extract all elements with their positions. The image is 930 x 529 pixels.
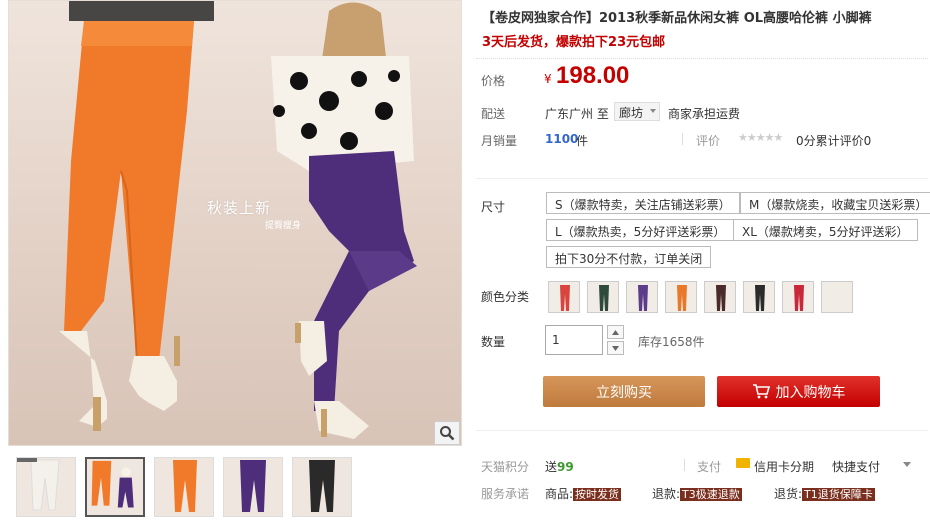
- sales-label: 月销量: [481, 134, 518, 148]
- color-swatch[interactable]: [626, 281, 658, 313]
- divider: [682, 133, 683, 145]
- thumbnail-strip: [16, 457, 352, 517]
- color-swatch[interactable]: [704, 281, 736, 313]
- quantity-label: 数量: [481, 335, 506, 349]
- quantity-increase-button[interactable]: [607, 325, 624, 339]
- service-label: 服务承诺: [481, 487, 530, 501]
- zoom-button[interactable]: [434, 421, 460, 445]
- stock-count: 库存1658件: [638, 335, 705, 349]
- add-to-cart-label: 加入购物车: [775, 384, 846, 401]
- divider: [476, 58, 928, 59]
- divider: [476, 430, 928, 431]
- rating-stars: ★★★★★: [738, 131, 783, 144]
- quantity-input[interactable]: 1: [545, 325, 603, 355]
- thumbnail-black[interactable]: [292, 457, 352, 517]
- service-return[interactable]: 退货: T1退货保障卡: [774, 485, 875, 502]
- service-badge: T3极速退款: [680, 488, 742, 501]
- price-value: 198.00: [556, 62, 630, 89]
- color-label: 颜色分类: [481, 290, 530, 304]
- quantity-decrease-button[interactable]: [607, 341, 624, 355]
- size-option-l[interactable]: L（爆款热卖，5分好评送彩票）: [546, 219, 735, 241]
- divider: [684, 459, 685, 471]
- credit-card-icon: [736, 458, 750, 468]
- divider: [476, 178, 928, 179]
- price-label: 价格: [481, 74, 506, 88]
- color-swatch[interactable]: [821, 281, 853, 313]
- color-swatch[interactable]: [548, 281, 580, 313]
- chevron-up-icon: [612, 329, 619, 335]
- review-label: 评价: [696, 134, 721, 148]
- shipping-note: 商家承担运费: [668, 107, 741, 121]
- color-swatch[interactable]: [743, 281, 775, 313]
- service-goods[interactable]: 商品: 按时发货: [545, 485, 622, 502]
- sales-count: 1100: [545, 132, 579, 146]
- main-product-image[interactable]: 秋装上新 提臀瘦身: [8, 0, 462, 446]
- payment-quick[interactable]: 快捷支付: [832, 458, 880, 475]
- chevron-down-icon: [650, 109, 656, 113]
- thumbnail-orange[interactable]: [154, 457, 214, 517]
- buy-now-button[interactable]: 立刻购买: [543, 376, 705, 407]
- service-badge: 按时发货: [573, 488, 622, 501]
- shipping-origin: 广东广州 至: [545, 107, 609, 121]
- overlay-title: 秋装上新: [207, 199, 272, 217]
- product-title: 【卷皮网独家合作】2013秋季新品休闲女裤 OL高腰哈伦裤 小脚裤: [482, 11, 872, 26]
- thumbnail-orange-selected[interactable]: [85, 457, 145, 517]
- size-option-m[interactable]: M（爆款烧卖，收藏宝贝送彩票）: [740, 192, 930, 214]
- color-swatch[interactable]: [587, 281, 619, 313]
- cart-icon: [752, 384, 770, 399]
- payment-label: 支付: [697, 460, 722, 474]
- destination-select[interactable]: 廊坊: [614, 102, 660, 121]
- payment-credit-installment[interactable]: 信用卡分期: [754, 458, 814, 475]
- size-label: 尺寸: [481, 200, 506, 214]
- thumbnail-purple[interactable]: [223, 457, 283, 517]
- chevron-down-icon[interactable]: [903, 462, 911, 467]
- points-value: 送99: [545, 460, 574, 474]
- sales-unit: 件: [576, 134, 589, 148]
- color-swatch[interactable]: [665, 281, 697, 313]
- magnifier-icon: [440, 426, 455, 441]
- product-photo: [59, 1, 417, 439]
- price-currency: ¥: [544, 72, 552, 86]
- add-to-cart-button[interactable]: 加入购物车: [717, 376, 880, 407]
- color-swatch[interactable]: [782, 281, 814, 313]
- promo-text: 3天后发货，爆款拍下23元包邮: [482, 35, 666, 50]
- shipping-label: 配送: [481, 107, 506, 121]
- destination-value: 廊坊: [619, 106, 644, 120]
- points-label: 天猫积分: [481, 460, 530, 474]
- thumbnail-white[interactable]: [16, 457, 76, 517]
- service-badge: T1退货保障卡: [802, 488, 875, 501]
- service-refund[interactable]: 退款: T3极速退款: [652, 485, 742, 502]
- overlay-subtitle: 提臀瘦身: [265, 221, 302, 231]
- size-option-s[interactable]: S（爆款特卖，关注店铺送彩票）: [546, 192, 740, 214]
- buy-now-label: 立刻购买: [596, 384, 652, 401]
- size-option-xl[interactable]: XL（爆款烤卖，5分好评送彩）: [733, 219, 918, 241]
- rating-summary[interactable]: 0分累计评价0: [796, 132, 871, 149]
- size-option-notice[interactable]: 拍下30分不付款，订单关闭: [546, 246, 712, 268]
- chevron-down-icon: [612, 345, 619, 351]
